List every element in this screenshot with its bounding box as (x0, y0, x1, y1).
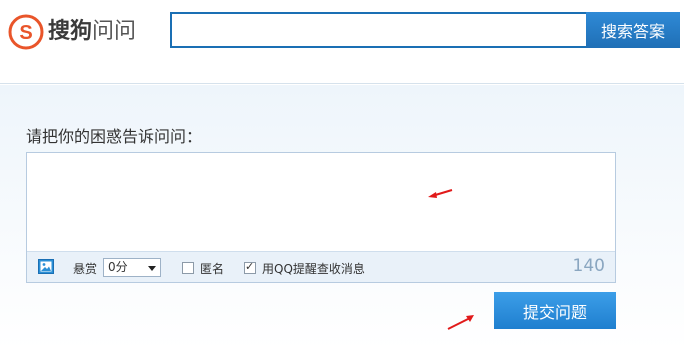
svg-text:S: S (19, 22, 32, 44)
sogou-logo-icon: S (8, 14, 44, 50)
question-textarea[interactable] (27, 153, 615, 250)
anonymous-label[interactable]: 匿名 (200, 260, 224, 277)
question-editor: 悬赏 0分 匿名 用QQ提醒查收消息 140 (26, 152, 616, 283)
bounty-label: 悬赏 (73, 262, 98, 276)
qq-notify-checkbox[interactable] (244, 260, 256, 274)
image-icon[interactable] (38, 259, 54, 274)
logo-text: 搜狗问问 (48, 12, 136, 52)
char-count: 140 (572, 256, 605, 276)
bounty-select-value: 0分 (108, 260, 128, 274)
editor-toolbar: 悬赏 0分 匿名 用QQ提醒查收消息 140 (27, 251, 615, 282)
chevron-down-icon (148, 266, 156, 271)
search-input[interactable] (170, 12, 588, 48)
qq-notify-label[interactable]: 用QQ提醒查收消息 (262, 260, 365, 277)
ask-question-panel: 请把你的困惑告诉问问： 悬赏 0分 匿名 用QQ提醒查收消息 140 提交问题 (0, 85, 684, 350)
anonymous-checkbox[interactable] (182, 262, 194, 274)
logo[interactable]: S 搜狗问问 (8, 12, 136, 52)
red-arrow-annotation (447, 315, 474, 330)
logo-sub: 问问 (92, 19, 137, 44)
header: S 搜狗问问 搜索答案 (0, 0, 684, 84)
submit-question-button[interactable]: 提交问题 (494, 292, 616, 329)
logo-brand: 搜狗 (48, 19, 93, 44)
bounty-select[interactable]: 0分 (103, 258, 161, 277)
red-arrow-annotation (428, 189, 453, 198)
prompt-label: 请把你的困惑告诉问问： (26, 127, 203, 146)
search-button[interactable]: 搜索答案 (586, 12, 680, 48)
